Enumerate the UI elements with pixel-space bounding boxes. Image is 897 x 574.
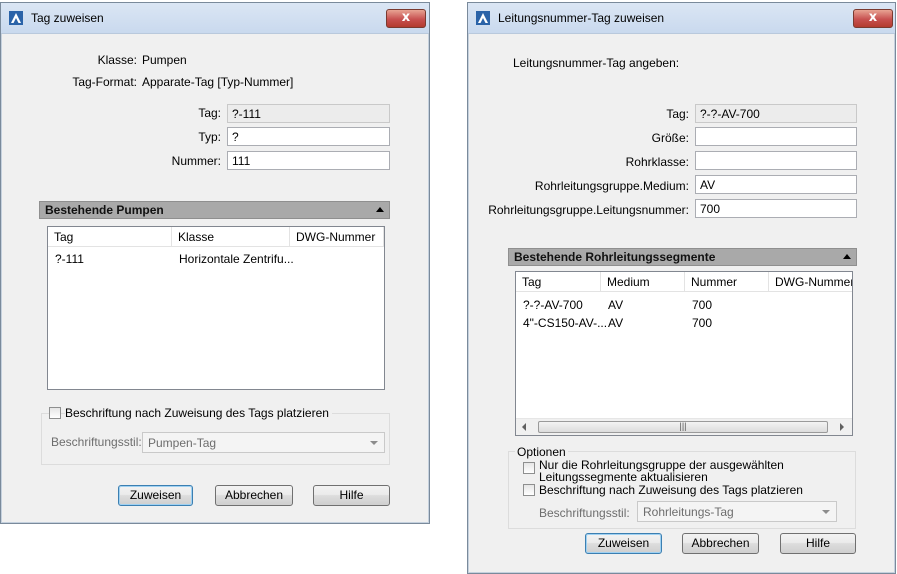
column-header-tag[interactable]: Tag bbox=[516, 272, 601, 292]
medium-input[interactable]: AV bbox=[695, 175, 857, 194]
tagformat-label: Tag-Format: bbox=[72, 75, 137, 89]
row-nummer: 700 bbox=[692, 298, 713, 312]
label-style-select[interactable]: Rohrleitungs-Tag bbox=[637, 501, 837, 522]
scroll-left-icon[interactable] bbox=[522, 423, 526, 431]
column-header-tag[interactable]: Tag bbox=[48, 227, 172, 247]
rohrklasse-label: Rohrklasse: bbox=[625, 155, 689, 169]
tag-field: ?-111 bbox=[227, 104, 390, 123]
update-group-label-line2: Leitungssegmente aktualisieren bbox=[539, 470, 708, 484]
nummer-input[interactable]: 111 bbox=[227, 151, 390, 170]
existing-pumps-section-header[interactable]: Bestehende Pumpen bbox=[39, 201, 390, 219]
row-medium: AV bbox=[608, 316, 624, 330]
cancel-button[interactable]: Abbrechen bbox=[215, 485, 293, 506]
intro-text: Leitungsnummer-Tag angeben: bbox=[513, 56, 680, 70]
row-tag: ?-111 bbox=[55, 252, 84, 266]
place-label-checkbox-label: Beschriftung nach Zuweisung des Tags pla… bbox=[65, 406, 332, 420]
column-header-medium[interactable]: Medium bbox=[601, 272, 685, 292]
close-button[interactable]: x bbox=[386, 9, 426, 28]
help-button[interactable]: Hilfe bbox=[780, 533, 856, 554]
assign-button[interactable]: Zuweisen bbox=[585, 533, 662, 554]
column-header-dwg-nummer[interactable]: DWG-Nummer bbox=[290, 227, 384, 247]
tag-zuweisen-dialog: Tag zuweisen x Klasse: Pumpen Tag-Format… bbox=[0, 2, 430, 524]
column-header-nummer[interactable]: Nummer bbox=[685, 272, 769, 292]
style-label: Beschriftungsstil: bbox=[539, 506, 630, 520]
title-bar[interactable]: Tag zuweisen x bbox=[1, 3, 429, 34]
leitungsnummer-input[interactable]: 700 bbox=[695, 199, 857, 218]
row-tag: ?-?-AV-700 bbox=[523, 298, 583, 312]
options-group-title: Optionen bbox=[515, 445, 568, 459]
title-bar[interactable]: Leitungsnummer-Tag zuweisen x bbox=[468, 3, 895, 34]
label-style-select[interactable]: Pumpen-Tag bbox=[142, 432, 385, 453]
tag-label: Tag: bbox=[666, 107, 689, 121]
tag-label: Tag: bbox=[198, 106, 221, 120]
assign-button[interactable]: Zuweisen bbox=[118, 485, 193, 506]
row-medium: AV bbox=[608, 298, 624, 312]
existing-segments-list[interactable]: Tag Medium Nummer DWG-Nummer ?-?-AV-700 … bbox=[515, 271, 853, 436]
klasse-value: Pumpen bbox=[142, 53, 187, 67]
leitungsnummer-tag-dialog: Leitungsnummer-Tag zuweisen x Leitungsnu… bbox=[467, 2, 896, 574]
row-tag: 4"-CS150-AV-... bbox=[523, 316, 608, 330]
chevron-down-icon bbox=[370, 441, 378, 445]
rohrklasse-input[interactable] bbox=[695, 151, 857, 170]
typ-input[interactable]: ? bbox=[227, 127, 390, 146]
groesse-label: Größe: bbox=[651, 131, 689, 145]
column-header-klasse[interactable]: Klasse bbox=[172, 227, 290, 247]
label-style-value: Pumpen-Tag bbox=[148, 436, 217, 450]
nummer-label: Nummer: bbox=[171, 154, 221, 168]
autocad-logo-icon bbox=[476, 11, 490, 25]
table-row[interactable]: ?-?-AV-700 AV 700 bbox=[516, 296, 852, 313]
existing-segments-section-header[interactable]: Bestehende Rohrleitungssegmente bbox=[508, 248, 857, 266]
tag-field: ?-?-AV-700 bbox=[695, 104, 857, 123]
scroll-thumb[interactable]: ||| bbox=[538, 421, 828, 433]
place-label-checkbox[interactable] bbox=[523, 484, 535, 496]
close-button[interactable]: x bbox=[853, 9, 893, 28]
medium-label: Rohrleitungsgruppe.Medium: bbox=[534, 179, 689, 193]
collapse-arrow-icon[interactable] bbox=[843, 254, 851, 259]
scroll-right-icon[interactable] bbox=[840, 423, 844, 431]
chevron-down-icon bbox=[822, 510, 830, 514]
row-nummer: 700 bbox=[692, 316, 713, 330]
close-icon: x bbox=[401, 10, 411, 25]
autocad-logo-icon bbox=[9, 11, 23, 25]
help-button[interactable]: Hilfe bbox=[313, 485, 390, 506]
table-row[interactable]: ?-111 Horizontale Zentrifu... bbox=[48, 249, 384, 267]
klasse-label: Klasse: bbox=[97, 53, 137, 67]
cancel-button[interactable]: Abbrechen bbox=[682, 533, 759, 554]
row-klasse: Horizontale Zentrifu... bbox=[179, 252, 294, 266]
section-title: Bestehende Pumpen bbox=[45, 203, 164, 217]
label-style-value: Rohrleitungs-Tag bbox=[643, 505, 734, 519]
horizontal-scrollbar[interactable]: ||| bbox=[516, 418, 852, 435]
place-label-checkbox[interactable] bbox=[49, 407, 61, 419]
typ-label: Typ: bbox=[198, 130, 221, 144]
groesse-input[interactable] bbox=[695, 127, 857, 146]
table-row[interactable]: 4"-CS150-AV-... AV 700 bbox=[516, 314, 852, 331]
tagformat-value: Apparate-Tag [Typ-Nummer] bbox=[142, 75, 294, 89]
collapse-arrow-icon[interactable] bbox=[376, 207, 384, 212]
existing-pumps-list[interactable]: Tag Klasse DWG-Nummer ?-111 Horizontale … bbox=[47, 226, 385, 390]
close-icon: x bbox=[868, 10, 878, 25]
style-label: Beschriftungsstil: bbox=[51, 435, 142, 449]
window-title: Leitungsnummer-Tag zuweisen bbox=[498, 11, 665, 25]
section-title: Bestehende Rohrleitungssegmente bbox=[514, 250, 716, 264]
column-header-dwg-nummer[interactable]: DWG-Nummer bbox=[769, 272, 852, 292]
leitungsnummer-label: Rohrleitungsgruppe.Leitungsnummer: bbox=[488, 203, 689, 217]
window-title: Tag zuweisen bbox=[31, 11, 104, 25]
update-group-checkbox[interactable] bbox=[523, 462, 535, 474]
place-label-checkbox-label: Beschriftung nach Zuweisung des Tags pla… bbox=[539, 483, 803, 497]
